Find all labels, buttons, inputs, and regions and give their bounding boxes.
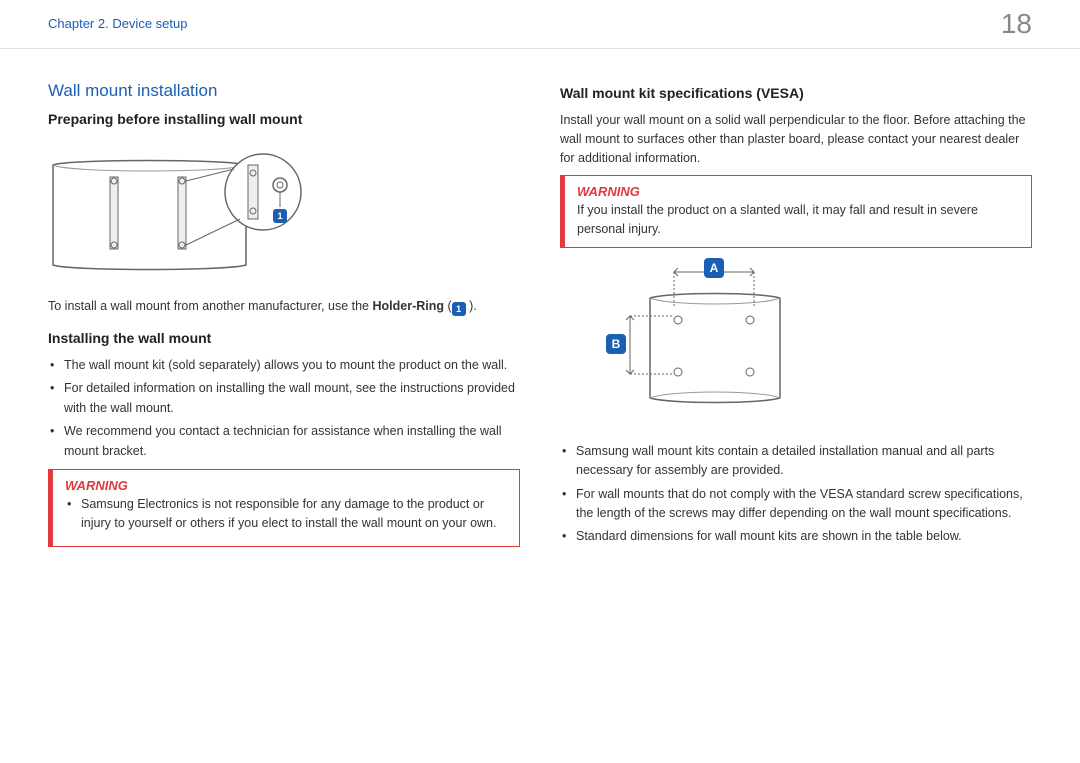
warning-title: WARNING <box>577 184 1021 199</box>
note-pre: To install a wall mount from another man… <box>48 299 372 313</box>
warning-box-right: WARNING If you install the product on a … <box>560 175 1032 248</box>
marker-b-badge: B <box>606 334 626 354</box>
warning-text: If you install the product on a slanted … <box>577 201 1021 239</box>
list-item: Samsung wall mount kits contain a detail… <box>576 442 1032 481</box>
left-column: Wall mount installation Preparing before… <box>48 81 520 557</box>
figure-wall-mount-prep: 1 <box>48 137 308 287</box>
page-content: Wall mount installation Preparing before… <box>0 49 1080 557</box>
note-post: ( <box>444 299 452 313</box>
vesa-intro: Install your wall mount on a solid wall … <box>560 111 1032 167</box>
right-column: Wall mount kit specifications (VESA) Ins… <box>560 81 1032 557</box>
page-header: Chapter 2. Device setup 18 <box>0 0 1080 49</box>
subheading-vesa: Wall mount kit specifications (VESA) <box>560 85 1032 101</box>
warning-box-left: WARNING Samsung Electronics is not respo… <box>48 469 520 547</box>
vesa-bullets: Samsung wall mount kits contain a detail… <box>560 442 1032 547</box>
list-item: Standard dimensions for wall mount kits … <box>576 527 1032 546</box>
warning-bullets: Samsung Electronics is not responsible f… <box>65 495 509 534</box>
subheading-installing: Installing the wall mount <box>48 330 520 346</box>
list-item: For wall mounts that do not comply with … <box>576 485 1032 524</box>
list-item: The wall mount kit (sold separately) all… <box>64 356 520 375</box>
list-item: Samsung Electronics is not responsible f… <box>81 495 509 534</box>
note-close: ). <box>466 299 477 313</box>
figure-vesa-dimensions: A B <box>600 258 820 428</box>
list-item: We recommend you contact a technician fo… <box>64 422 520 461</box>
section-title: Wall mount installation <box>48 81 520 101</box>
marker-1-inline: 1 <box>452 302 466 316</box>
vesa-diagram-icon <box>600 258 820 428</box>
list-item: For detailed information on installing t… <box>64 379 520 418</box>
installing-bullets: The wall mount kit (sold separately) all… <box>48 356 520 461</box>
marker-a-badge: A <box>704 258 724 278</box>
holder-ring-note: To install a wall mount from another man… <box>48 297 520 316</box>
page-number: 18 <box>1001 8 1032 40</box>
warning-title: WARNING <box>65 478 509 493</box>
subheading-preparing: Preparing before installing wall mount <box>48 111 520 127</box>
chapter-breadcrumb[interactable]: Chapter 2. Device setup <box>48 16 187 31</box>
marker-1-badge: 1 <box>273 209 287 223</box>
wall-mount-diagram-icon <box>48 137 308 287</box>
note-bold: Holder-Ring <box>372 299 444 313</box>
